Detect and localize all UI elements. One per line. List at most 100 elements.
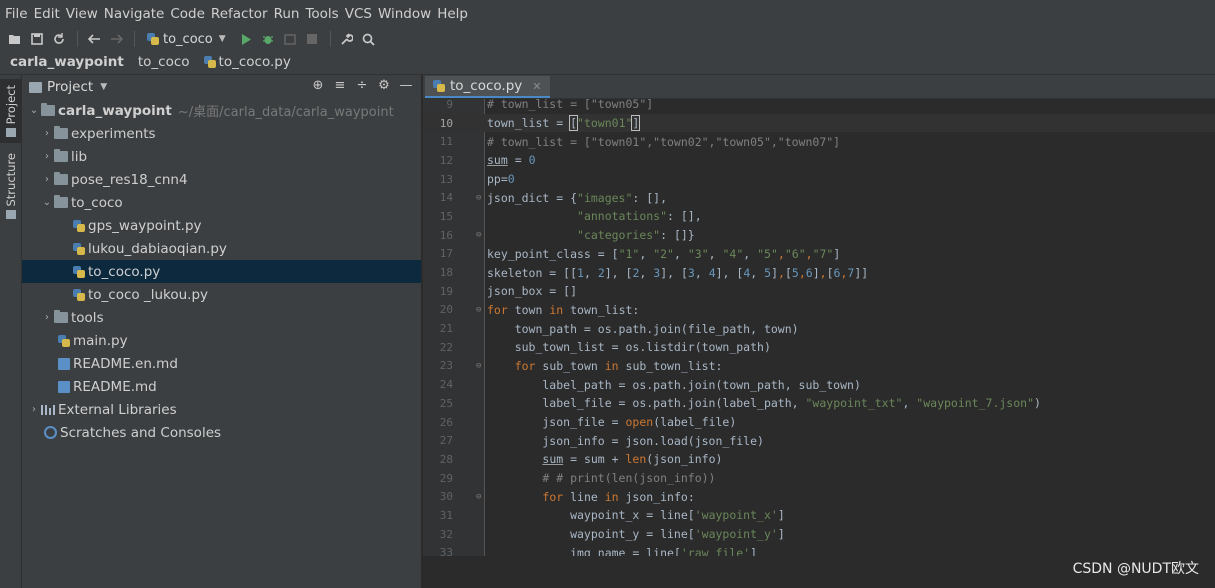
tree-item-readme[interactable]: README.md <box>22 375 421 398</box>
wrench-icon[interactable] <box>337 29 357 49</box>
run-icon[interactable] <box>236 29 256 49</box>
expand-all-icon[interactable]: ≡ <box>329 78 351 93</box>
breadcrumb-project[interactable]: carla_waypoint <box>10 54 124 70</box>
chevron-right-icon[interactable]: › <box>40 312 54 323</box>
breadcrumb-folder[interactable]: to_coco <box>138 54 190 70</box>
tree-item-gps-waypoint[interactable]: gps_waypoint.py <box>22 214 421 237</box>
menu-navigate[interactable]: Navigate <box>103 6 170 22</box>
tree-item-to-coco-lukou[interactable]: to_coco _lukou.py <box>22 283 421 306</box>
tree-item-to-coco[interactable]: ⌄ to_coco <box>22 191 421 214</box>
menu-view[interactable]: View <box>65 6 103 22</box>
chevron-down-icon[interactable]: ⌄ <box>27 105 41 116</box>
tree-item-main[interactable]: main.py <box>22 329 421 352</box>
chevron-right-icon[interactable]: › <box>27 404 41 415</box>
menu-refactor[interactable]: Refactor <box>210 6 273 22</box>
python-file-icon <box>433 80 445 92</box>
tree-item-to-coco-py[interactable]: to_coco.py <box>22 260 421 283</box>
locate-file-icon[interactable]: ⊕ <box>307 78 329 93</box>
tree-item-lib[interactable]: › lib <box>22 145 421 168</box>
tree-item-experiments[interactable]: › experiments <box>22 122 421 145</box>
tab-project[interactable]: Project <box>0 79 22 143</box>
save-icon[interactable] <box>27 29 47 49</box>
folder-icon <box>54 126 68 139</box>
code-editor[interactable]: 9 # town_list = ["town05"] 10 town_list = … <box>423 99 1215 556</box>
menu-window[interactable]: Window <box>377 6 436 22</box>
stop-icon[interactable] <box>302 29 322 49</box>
menu-file[interactable]: File <box>4 6 33 22</box>
line-number: 12 <box>439 153 453 167</box>
line-number: 15 <box>439 209 453 223</box>
chevron-down-icon[interactable]: ▼ <box>100 82 107 92</box>
coverage-icon[interactable] <box>280 29 300 49</box>
markdown-file-icon <box>58 357 70 370</box>
markdown-file-icon <box>58 380 70 393</box>
chevron-right-icon[interactable]: › <box>40 128 54 139</box>
code-line: 31 waypoint_x = line['waypoint_x'] <box>423 506 1215 525</box>
tab-structure[interactable]: Structure <box>0 151 22 221</box>
folder-icon <box>54 172 68 185</box>
tree-item-lukou[interactable]: lukou_dabiaoqian.py <box>22 237 421 260</box>
code-line: 27 json_info = json.load(json_file) <box>423 431 1215 450</box>
tab-structure-label: Structure <box>4 152 18 207</box>
tree-item-label: lib <box>71 148 88 165</box>
tree-item-label: README.en.md <box>73 355 178 372</box>
folder-icon <box>41 103 55 116</box>
tree-item-scratches[interactable]: Scratches and Consoles <box>22 421 421 444</box>
python-file-icon <box>73 242 85 255</box>
code-line: 12 sum = 0 <box>423 151 1215 170</box>
line-number: 26 <box>439 415 453 429</box>
chevron-right-icon[interactable]: › <box>40 151 54 162</box>
tree-item-label: lukou_dabiaoqian.py <box>88 240 227 257</box>
minimize-icon[interactable]: — <box>395 78 417 93</box>
editor-tabs: to_coco.py ✕ <box>423 75 1215 99</box>
code-line: 16 ⊖ "categories": []} <box>423 226 1215 245</box>
tree-item-label: pose_res18_cnn4 <box>71 171 188 188</box>
breadcrumb-file[interactable]: to_coco.py <box>203 54 291 70</box>
chevron-right-icon[interactable]: › <box>40 174 54 185</box>
tab-project-label: Project <box>4 84 18 125</box>
menu-edit[interactable]: Edit <box>33 6 65 22</box>
debug-icon[interactable] <box>258 29 278 49</box>
python-file-icon <box>147 33 159 45</box>
tree-item-root[interactable]: ⌄ carla_waypoint ~/桌面/carla_data/carla_w… <box>22 99 421 122</box>
tab-to-coco-py[interactable]: to_coco.py ✕ <box>425 76 550 98</box>
forward-arrow-icon[interactable] <box>106 29 126 49</box>
collapse-all-icon[interactable]: ÷ <box>351 78 373 93</box>
chevron-down-icon[interactable]: ⌄ <box>40 197 54 208</box>
menu-help[interactable]: Help <box>436 6 473 22</box>
python-file-icon <box>73 288 85 301</box>
project-view-select[interactable]: Project <box>47 79 93 95</box>
run-configuration-select[interactable]: to_coco ▼ <box>141 29 232 49</box>
code-line: 24 label_path = os.path.join(town_path, … <box>423 375 1215 394</box>
menu-vcs[interactable]: VCS <box>344 6 377 22</box>
tree-item-external-libraries[interactable]: › External Libraries <box>22 398 421 421</box>
code-line: 22 sub_town_list = os.listdir(town_path) <box>423 338 1215 357</box>
open-folder-icon[interactable] <box>5 29 25 49</box>
editor: to_coco.py ✕ 9 # town_list = ["town05"] 1… <box>423 75 1215 588</box>
sync-icon[interactable] <box>49 29 69 49</box>
tree-item-path: ~/桌面/carla_data/carla_waypoint <box>177 105 394 120</box>
tree-item-tools[interactable]: › tools <box>22 306 421 329</box>
code-line: 30 ⊖ for line in json_info: <box>423 487 1215 506</box>
tree-item-pose[interactable]: › pose_res18_cnn4 <box>22 168 421 191</box>
close-icon[interactable]: ✕ <box>532 80 541 93</box>
tree-item-readme-en[interactable]: README.en.md <box>22 352 421 375</box>
code-lines: 9 # town_list = ["town05"] 10 town_list = … <box>423 99 1215 556</box>
back-arrow-icon[interactable] <box>84 29 104 49</box>
code-line: 21 town_path = os.path.join(file_path, t… <box>423 319 1215 338</box>
chevron-down-icon: ▼ <box>218 34 226 44</box>
gear-icon[interactable]: ⚙ <box>373 78 395 93</box>
line-number: 19 <box>439 284 453 298</box>
menu-run[interactable]: Run <box>273 6 305 22</box>
tree-item-label: to_coco _lukou.py <box>88 286 209 303</box>
search-icon[interactable] <box>359 29 379 49</box>
scratches-icon <box>44 426 57 439</box>
toolbar-divider <box>329 31 331 47</box>
menu-code[interactable]: Code <box>169 6 210 22</box>
library-icon <box>41 404 55 415</box>
code-line: 13 pp=0 <box>423 170 1215 189</box>
menu-tools[interactable]: Tools <box>304 6 343 22</box>
main-toolbar: to_coco ▼ <box>0 28 1215 50</box>
python-file-icon <box>58 334 70 347</box>
line-number: 28 <box>439 452 453 466</box>
